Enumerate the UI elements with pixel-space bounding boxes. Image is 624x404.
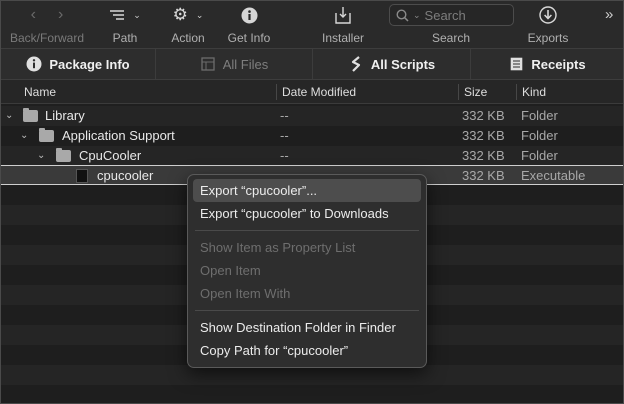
column-kind[interactable]: Kind: [517, 80, 546, 104]
tab-label: All Files: [222, 56, 269, 72]
download-icon: [539, 6, 557, 24]
files-icon: [200, 56, 216, 72]
menu-item-export-to-downloads[interactable]: Export “cpucooler” to Downloads: [193, 202, 421, 225]
installer-button[interactable]: Installer: [313, 1, 373, 48]
row-date: --: [280, 148, 289, 163]
row-name: CpuCooler: [79, 148, 142, 163]
search-icon: [396, 8, 409, 22]
exports-button[interactable]: Exports: [519, 1, 577, 48]
table-row[interactable]: ⌄ Application Support -- 332 KB Folder: [1, 126, 623, 146]
path-list-icon: [110, 10, 125, 20]
row-kind: Executable: [521, 168, 586, 183]
tab-bar: Package Info All Files All Scripts Recei…: [1, 48, 623, 80]
empty-row: [1, 365, 623, 385]
menu-separator: [195, 310, 419, 311]
column-name[interactable]: Name: [19, 80, 56, 104]
search-toolbar-item: Search: [421, 1, 481, 48]
menu-item-show-property-list: Show Item as Property List: [200, 240, 356, 255]
context-menu: Export “cpucooler”... Export “cpucooler”…: [187, 174, 427, 368]
tab-receipts[interactable]: Receipts: [471, 49, 623, 79]
row-kind: Folder: [521, 148, 558, 163]
get-info-button[interactable]: Get Info: [223, 1, 275, 48]
table-row[interactable]: ⌄ CpuCooler -- 332 KB Folder: [1, 146, 623, 166]
tab-label: All Scripts: [370, 56, 436, 72]
folder-icon: [39, 128, 54, 142]
column-header: Name Date Modified Size Kind: [1, 80, 623, 104]
tab-all-files: All Files: [156, 49, 313, 79]
path-button[interactable]: ⌄ Path: [101, 1, 149, 48]
tab-all-scripts[interactable]: All Scripts: [313, 49, 471, 79]
folder-icon: [23, 108, 38, 122]
search-label: Search: [431, 31, 471, 45]
gear-icon: ⚙: [172, 5, 188, 24]
row-date: --: [280, 108, 289, 123]
back-forward-control[interactable]: ‹ › Back/Forward: [5, 1, 89, 48]
action-button[interactable]: ⚙ ⌄ Action: [164, 1, 212, 48]
installer-icon: [335, 7, 351, 24]
toolbar-overflow-icon[interactable]: »: [605, 6, 613, 23]
row-size: 332 KB: [462, 148, 505, 163]
chevron-down-icon[interactable]: ⌄: [5, 106, 13, 126]
app-window: ‹ › Back/Forward ⌄ Path ⚙ ⌄ Action Get I…: [0, 0, 624, 404]
chevron-down-icon: ⌄: [133, 9, 141, 20]
menu-item-export[interactable]: Export “cpucooler”...: [193, 179, 421, 202]
tab-label: Package Info: [49, 56, 130, 72]
info-icon: [26, 56, 42, 72]
row-size: 332 KB: [462, 168, 505, 183]
executable-icon: [76, 169, 88, 183]
exports-label: Exports: [527, 31, 569, 45]
empty-row: [1, 385, 623, 403]
menu-separator: [195, 230, 419, 231]
menu-item-open-item-with: Open Item With: [200, 286, 291, 301]
info-icon: [241, 7, 257, 23]
chevron-down-icon[interactable]: ⌄: [37, 146, 45, 166]
menu-item-copy-path[interactable]: Copy Path for “cpucooler”: [193, 339, 421, 362]
chevron-down-icon: ⌄: [413, 9, 421, 20]
installer-label: Installer: [321, 31, 365, 45]
toolbar: ‹ › Back/Forward ⌄ Path ⚙ ⌄ Action Get I…: [1, 1, 623, 48]
row-kind: Folder: [521, 128, 558, 143]
menu-item-show-destination-folder[interactable]: Show Destination Folder in Finder: [193, 316, 421, 339]
column-date-modified[interactable]: Date Modified: [277, 80, 356, 104]
row-date: --: [280, 128, 289, 143]
scripts-icon: [348, 56, 364, 72]
tab-label: Receipts: [531, 56, 586, 72]
row-name: Application Support: [62, 128, 175, 143]
back-forward-label: Back/Forward: [9, 31, 85, 45]
folder-icon: [56, 148, 71, 162]
action-label: Action: [171, 31, 205, 45]
column-size[interactable]: Size: [459, 80, 487, 104]
row-kind: Folder: [521, 108, 558, 123]
chevron-down-icon: ⌄: [195, 9, 204, 20]
menu-item-open-item: Open Item: [200, 263, 261, 278]
row-size: 332 KB: [462, 108, 505, 123]
get-info-label: Get Info: [227, 31, 271, 45]
table-row[interactable]: ⌄ Library -- 332 KB Folder: [1, 106, 623, 126]
chevron-down-icon[interactable]: ⌄: [20, 126, 28, 146]
tab-package-info[interactable]: Package Info: [1, 49, 156, 79]
row-size: 332 KB: [462, 128, 505, 143]
forward-chevron-icon[interactable]: ›: [58, 6, 63, 24]
path-label: Path: [112, 31, 138, 45]
receipts-icon: [508, 56, 524, 72]
back-chevron-icon[interactable]: ‹: [31, 6, 36, 24]
row-name: Library: [45, 108, 85, 123]
row-name: cpucooler: [97, 168, 154, 183]
